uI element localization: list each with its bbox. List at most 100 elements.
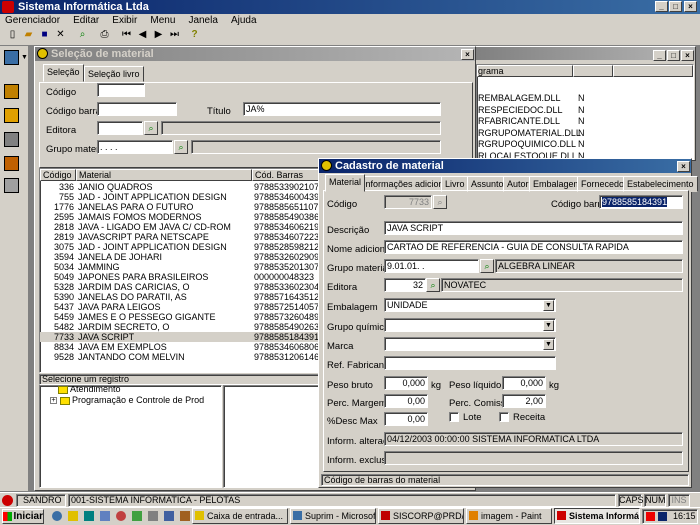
perc-margem-input[interactable]: 0,00 <box>384 394 428 408</box>
embalagem-select[interactable]: UNIDADE ▼ <box>384 298 556 312</box>
close-icon[interactable]: × <box>684 1 697 12</box>
menu-gerenciador[interactable]: Gerenciador <box>0 14 65 28</box>
editora-search-icon[interactable]: ⌕ <box>144 121 158 135</box>
chevron-down-icon[interactable]: ▼ <box>21 54 28 61</box>
window-icon <box>37 48 48 59</box>
quicklaunch-app-icon[interactable] <box>100 511 110 521</box>
editora-input[interactable] <box>97 121 143 135</box>
task-suprim[interactable]: Suprim - Microsof... <box>290 508 376 524</box>
module-icon-5[interactable] <box>4 156 19 171</box>
list-item[interactable]: REMBALAGEM.DLL N <box>478 93 585 105</box>
module-icon-1[interactable] <box>4 50 19 65</box>
peso-liquido-input[interactable]: 0,000 <box>502 376 546 390</box>
cad-editora-input[interactable]: 32 <box>384 278 426 292</box>
open-icon[interactable]: ▰ <box>21 28 36 43</box>
bg-close-icon[interactable]: × <box>681 50 694 61</box>
menu-menu[interactable]: Menu <box>145 14 180 28</box>
desc-max-input[interactable]: 0,00 <box>384 412 428 426</box>
tree-item-atendimento[interactable]: Atendimento <box>58 386 121 394</box>
ref-fabricante-input[interactable] <box>384 356 556 370</box>
peso-bruto-input[interactable]: 0,000 <box>384 376 428 390</box>
maximize-icon[interactable]: □ <box>669 1 682 12</box>
selecao-close-icon[interactable]: × <box>461 49 474 60</box>
help-icon[interactable]: ? <box>187 28 202 43</box>
list-item[interactable]: RESPECIEDOC.DLL N <box>478 105 585 117</box>
prev-record-icon[interactable]: ◀ <box>135 28 150 43</box>
cell-codigo: 2819 <box>53 232 74 242</box>
nome-adicional-input[interactable]: CARTAO DE REFERENCIA - GUIA DE CONSULTA … <box>384 240 683 254</box>
quicklaunch-app4-icon[interactable] <box>164 511 174 521</box>
cadastro-close-icon[interactable]: × <box>677 161 690 172</box>
chevron-down-icon[interactable]: ▼ <box>543 300 554 311</box>
sql-icon <box>381 511 390 520</box>
tree-item-programacao[interactable]: + Programação e Controle de Prod <box>50 395 204 405</box>
titulo-input[interactable]: JA% <box>243 102 441 116</box>
quicklaunch-app5-icon[interactable] <box>180 511 190 521</box>
col-header-codigo[interactable]: Código <box>40 169 76 181</box>
bg-maximize-icon[interactable]: □ <box>667 50 680 61</box>
cell-codigo: 8834 <box>53 342 74 352</box>
chevron-down-icon[interactable]: ▼ <box>543 320 554 331</box>
menu-janela[interactable]: Janela <box>183 14 222 28</box>
first-record-icon[interactable]: ⏮ <box>119 28 134 43</box>
tab-material[interactable]: Material <box>325 174 366 192</box>
task-sistema-informatica[interactable]: Sistema Informá... <box>554 508 640 524</box>
list-item[interactable]: RFABRICANTE.DLL N <box>478 116 585 128</box>
tab-selecao-livro[interactable]: Seleção livro <box>84 66 144 82</box>
tray-network-icon[interactable] <box>658 512 667 521</box>
codigo-barras-input[interactable] <box>97 102 177 116</box>
new-icon[interactable]: ▯ <box>5 28 20 43</box>
menu-exibir[interactable]: Exibir <box>107 14 142 28</box>
module-icon-4[interactable] <box>4 132 19 147</box>
status-user: SANDRO <box>16 494 66 507</box>
expand-icon[interactable]: + <box>50 397 57 405</box>
bg-minimize-icon[interactable]: _ <box>653 50 666 61</box>
cad-codigo-barras-input[interactable]: 9788585184391 <box>599 195 683 209</box>
list-item[interactable]: RGRUPOQUIMICO.DLL N <box>478 139 585 151</box>
lote-checkbox[interactable] <box>449 412 459 422</box>
receita-checkbox[interactable] <box>499 412 509 422</box>
descricao-input[interactable]: JAVA SCRIPT <box>384 221 683 235</box>
cad-grupo-material-input[interactable]: 9.01.01. . <box>384 259 479 273</box>
delete-icon[interactable]: ✕ <box>53 28 68 43</box>
last-record-icon[interactable]: ⏭ <box>167 28 182 43</box>
task-siscorp[interactable]: SISCORP@PRD/ <box>378 508 464 524</box>
menu-ajuda[interactable]: Ajuda <box>226 14 262 28</box>
quicklaunch-outlook-icon[interactable] <box>68 511 78 521</box>
module-icon-3[interactable] <box>4 108 19 123</box>
quicklaunch-media-icon[interactable] <box>116 511 126 521</box>
chevron-down-icon[interactable]: ▼ <box>543 339 554 350</box>
editora-name-field <box>161 121 441 135</box>
print-icon[interactable]: ⎙ <box>97 28 112 43</box>
cad-grupo-search-icon[interactable]: ⌕ <box>480 259 494 273</box>
embalagem-label: Embalagem <box>327 302 378 313</box>
task-caixa-entrada[interactable]: Caixa de entrada... <box>192 508 288 524</box>
marca-select[interactable]: ▼ <box>384 337 556 351</box>
grupo-material-input[interactable]: . . . . <box>97 140 173 154</box>
quicklaunch-ie-icon[interactable] <box>52 511 62 521</box>
codigo-input[interactable] <box>97 83 145 97</box>
grupo-search-icon[interactable]: ⌕ <box>174 140 188 154</box>
search-icon[interactable]: ⌕ <box>75 28 90 43</box>
next-record-icon[interactable]: ▶ <box>151 28 166 43</box>
module-icon-6[interactable] <box>4 178 19 193</box>
quicklaunch-app2-icon[interactable] <box>132 511 142 521</box>
selecao-titlebar: Seleção de material <box>35 47 475 61</box>
list-item[interactable]: RGRUPOMATERIAL.DLLN <box>478 128 585 140</box>
tray-icon[interactable] <box>646 512 655 521</box>
save-icon[interactable]: ■ <box>37 28 52 43</box>
perc-comissao-input[interactable]: 2,00 <box>502 394 546 408</box>
windows-logo-icon <box>3 512 12 521</box>
quicklaunch-desktop-icon[interactable] <box>84 511 94 521</box>
col-header-material[interactable]: Material <box>76 169 252 181</box>
cad-editora-search-icon[interactable]: ⌕ <box>426 278 440 292</box>
start-button[interactable]: Iniciar <box>2 509 44 524</box>
menu-editar[interactable]: Editar <box>68 14 104 28</box>
grupo-quimico-select[interactable]: ▼ <box>384 318 556 332</box>
cell-material: JANIO QUADROS <box>78 182 153 192</box>
minimize-icon[interactable]: _ <box>655 1 668 12</box>
module-icon-2[interactable] <box>4 84 19 99</box>
task-paint[interactable]: imagem - Paint <box>466 508 552 524</box>
quicklaunch-app3-icon[interactable] <box>148 511 158 521</box>
tab-selecao[interactable]: Seleção <box>43 64 84 82</box>
